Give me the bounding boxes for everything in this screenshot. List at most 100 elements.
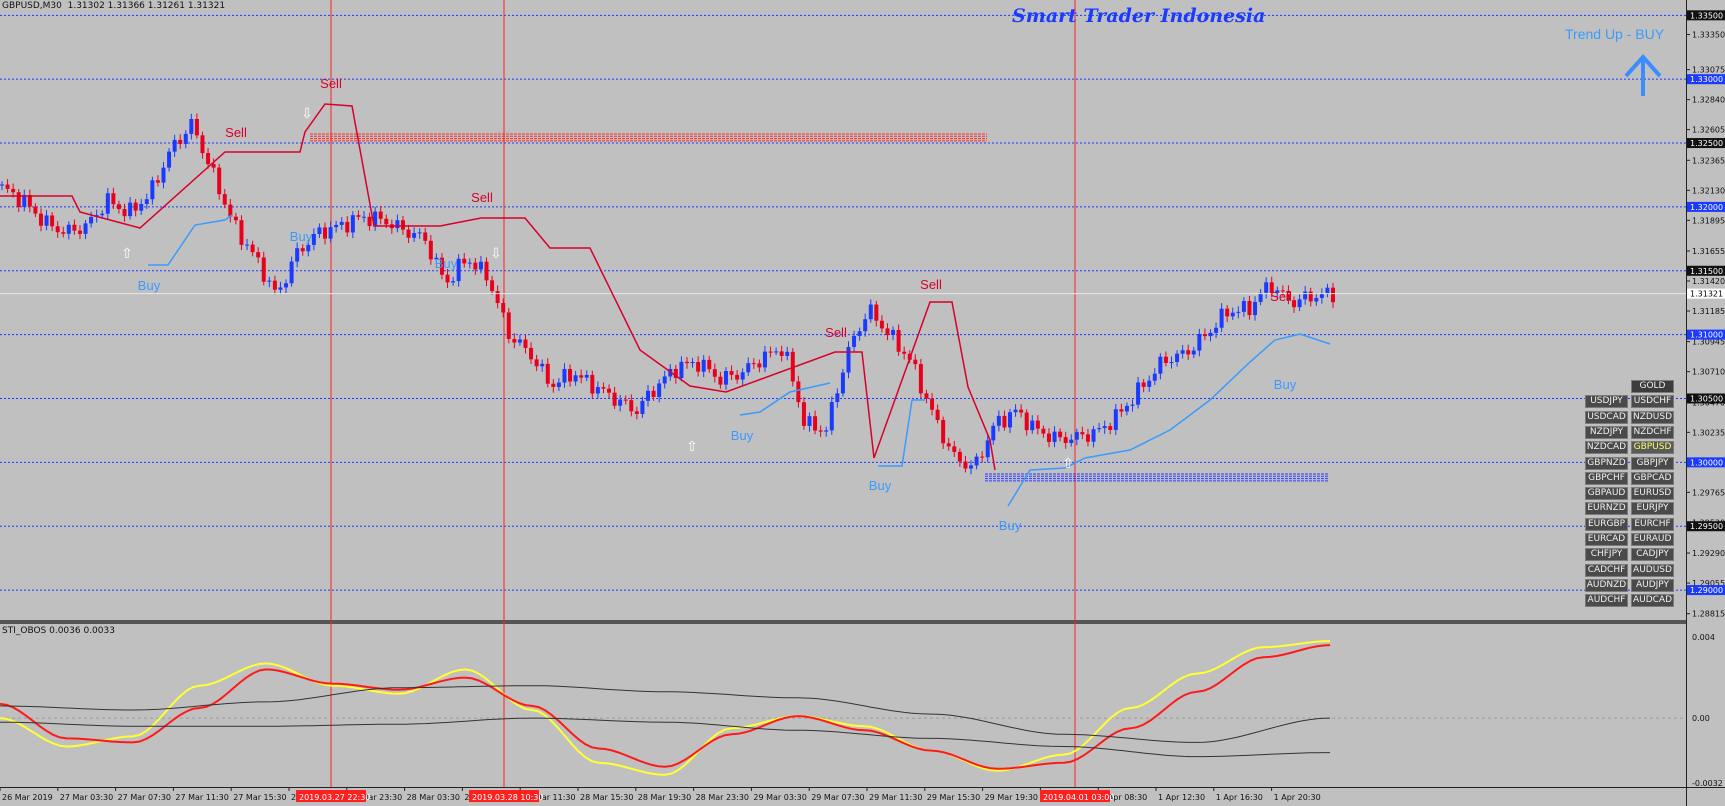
candle-body bbox=[857, 331, 862, 336]
candle-body bbox=[378, 211, 383, 219]
symbol-button-gold[interactable]: GOLD bbox=[1631, 380, 1674, 393]
candle-body bbox=[72, 224, 77, 231]
symbol-button-eurjpy[interactable]: EURJPY bbox=[1631, 502, 1674, 516]
indicator-series-line bbox=[0, 685, 1331, 743]
candle-body bbox=[768, 351, 773, 353]
symbol-button-eurcad[interactable]: EURCAD bbox=[1585, 533, 1628, 546]
event-time-tag-label: 2019.04.01 03:00 bbox=[1043, 793, 1114, 802]
buy-signal-label: Buy bbox=[290, 229, 313, 244]
candle-body bbox=[1097, 428, 1102, 430]
candle-body bbox=[1063, 437, 1068, 444]
price-level-tag-label: 1.30000 bbox=[1690, 458, 1723, 467]
symbol-button-eurnzd[interactable]: EURNZD bbox=[1585, 502, 1628, 516]
symbol-button-nzdcad[interactable]: NZDCAD bbox=[1585, 441, 1628, 455]
candle-body bbox=[467, 262, 472, 264]
event-time-tag-label: 2019.03.28 10:30 bbox=[472, 793, 543, 802]
candle-body bbox=[712, 369, 717, 377]
price-axis-label: 1.31895 bbox=[1692, 216, 1725, 225]
indicator-axis-label: -0.0032 bbox=[1692, 779, 1723, 788]
time-axis-label: 29 Mar 19:30 bbox=[985, 793, 1038, 802]
symbol-button-euraud[interactable]: EURAUD bbox=[1631, 533, 1674, 546]
symbol-button-nzdchf[interactable]: NZDCHF bbox=[1631, 425, 1674, 439]
candle-body bbox=[495, 291, 500, 304]
symbol-button-eurchf[interactable]: EURCHF bbox=[1631, 517, 1674, 531]
candle-body bbox=[1080, 432, 1085, 435]
candle-body bbox=[573, 375, 578, 382]
candle-body bbox=[740, 372, 745, 380]
price-axis-label: 1.31185 bbox=[1692, 307, 1725, 316]
symbol-button-chfjpy[interactable]: CHFJPY bbox=[1585, 548, 1628, 562]
candle-body bbox=[746, 363, 751, 373]
candle-body bbox=[1230, 312, 1235, 317]
candle-body bbox=[1052, 431, 1057, 442]
candle-body bbox=[178, 139, 183, 144]
candle-body bbox=[139, 204, 144, 211]
indicator-title: STI_OBOS 0.0036 0.0033 bbox=[2, 626, 115, 636]
price-level-tag-label: 1.31000 bbox=[1690, 331, 1723, 340]
symbol-button-gbpcad[interactable]: GBPCAD bbox=[1631, 471, 1674, 485]
symbol-button-audjpy[interactable]: AUDJPY bbox=[1631, 578, 1674, 592]
candle-body bbox=[902, 351, 907, 354]
symbol-button-audchf[interactable]: AUDCHF bbox=[1585, 594, 1628, 608]
candle-body bbox=[556, 382, 561, 387]
buy-signal-label: Buy bbox=[731, 428, 754, 443]
symbol-button-eurgbp[interactable]: EURGBP bbox=[1585, 517, 1628, 531]
symbol-button-gbpusd[interactable]: GBPUSD bbox=[1631, 441, 1674, 455]
candle-body bbox=[1219, 308, 1224, 328]
price-chart[interactable]: Sell Sell Sell Sell Sell Sell Buy Buy Buy Buy Buy B… bbox=[0, 0, 1725, 806]
symbol-button-audcad[interactable]: AUDCAD bbox=[1631, 594, 1674, 608]
symbol-button-usdchf[interactable]: USDCHF bbox=[1631, 395, 1674, 409]
time-axis-label: 28 Mar 23:30 bbox=[696, 793, 749, 802]
candle-body bbox=[1186, 350, 1191, 355]
candle-body bbox=[167, 151, 172, 168]
buy-arrow-icon: ⇧ bbox=[1062, 456, 1074, 472]
buy-trailing-line bbox=[878, 399, 925, 467]
candle-body bbox=[1046, 433, 1051, 442]
candle-body bbox=[1314, 297, 1319, 302]
candle-body bbox=[1152, 373, 1157, 381]
symbol-button-nzdjpy[interactable]: NZDJPY bbox=[1585, 425, 1628, 439]
sell-arrow-icon: ⇩ bbox=[490, 246, 502, 262]
candle-body bbox=[952, 446, 957, 452]
price-axis-label: 1.30710 bbox=[1692, 368, 1725, 377]
candle-body bbox=[651, 390, 656, 397]
candle-body bbox=[261, 257, 266, 282]
symbol-button-cadchf[interactable]: CADCHF bbox=[1585, 563, 1628, 577]
candle-body bbox=[662, 376, 667, 384]
time-axis-label: 29 Mar 11:30 bbox=[869, 793, 922, 802]
candle-body bbox=[417, 232, 422, 234]
symbol-button-gbpchf[interactable]: GBPCHF bbox=[1585, 471, 1628, 485]
indicator-series-line bbox=[0, 717, 1330, 758]
candle-body bbox=[16, 192, 21, 207]
candle-body bbox=[523, 339, 528, 348]
symbol-button-audusd[interactable]: AUDUSD bbox=[1631, 563, 1674, 577]
candle-body bbox=[1208, 332, 1213, 337]
symbol-button-nzdusd[interactable]: NZDUSD bbox=[1631, 410, 1674, 424]
symbol-button-usdcad[interactable]: USDCAD bbox=[1585, 410, 1628, 424]
price-axis-label: 1.32840 bbox=[1692, 96, 1725, 105]
buy-signal-label: Buy bbox=[1274, 377, 1297, 392]
candle-body bbox=[128, 202, 133, 217]
candle-body bbox=[924, 393, 929, 399]
symbol-button-usdjpy[interactable]: USDJPY bbox=[1585, 395, 1628, 409]
candle-body bbox=[1247, 300, 1252, 316]
candle-body bbox=[501, 303, 506, 313]
candle-body bbox=[222, 194, 227, 205]
symbol-button-gbpaud[interactable]: GBPAUD bbox=[1585, 487, 1628, 501]
candle-body bbox=[183, 133, 188, 144]
chart-window: Sell Sell Sell Sell Sell Sell Buy Buy Buy Buy Buy B… bbox=[0, 0, 1725, 806]
symbol-button-gbpjpy[interactable]: GBPJPY bbox=[1631, 456, 1674, 470]
symbol-button-cadjpy[interactable]: CADJPY bbox=[1631, 548, 1674, 562]
symbol-button-eurusd[interactable]: EURUSD bbox=[1631, 487, 1674, 501]
candle-body bbox=[1169, 362, 1174, 364]
candle-body bbox=[384, 218, 389, 225]
time-axis-label: 1 Apr 12:30 bbox=[1158, 793, 1205, 802]
candle-body bbox=[1331, 287, 1335, 303]
candle-body bbox=[367, 216, 372, 227]
symbol-button-audnzd[interactable]: AUDNZD bbox=[1585, 578, 1628, 592]
price-axis-label: 1.32365 bbox=[1692, 156, 1725, 165]
candle-body bbox=[1236, 311, 1241, 313]
candle-body bbox=[328, 227, 333, 239]
candle-body bbox=[646, 390, 651, 401]
symbol-button-gbpnzd[interactable]: GBPNZD bbox=[1585, 456, 1628, 470]
